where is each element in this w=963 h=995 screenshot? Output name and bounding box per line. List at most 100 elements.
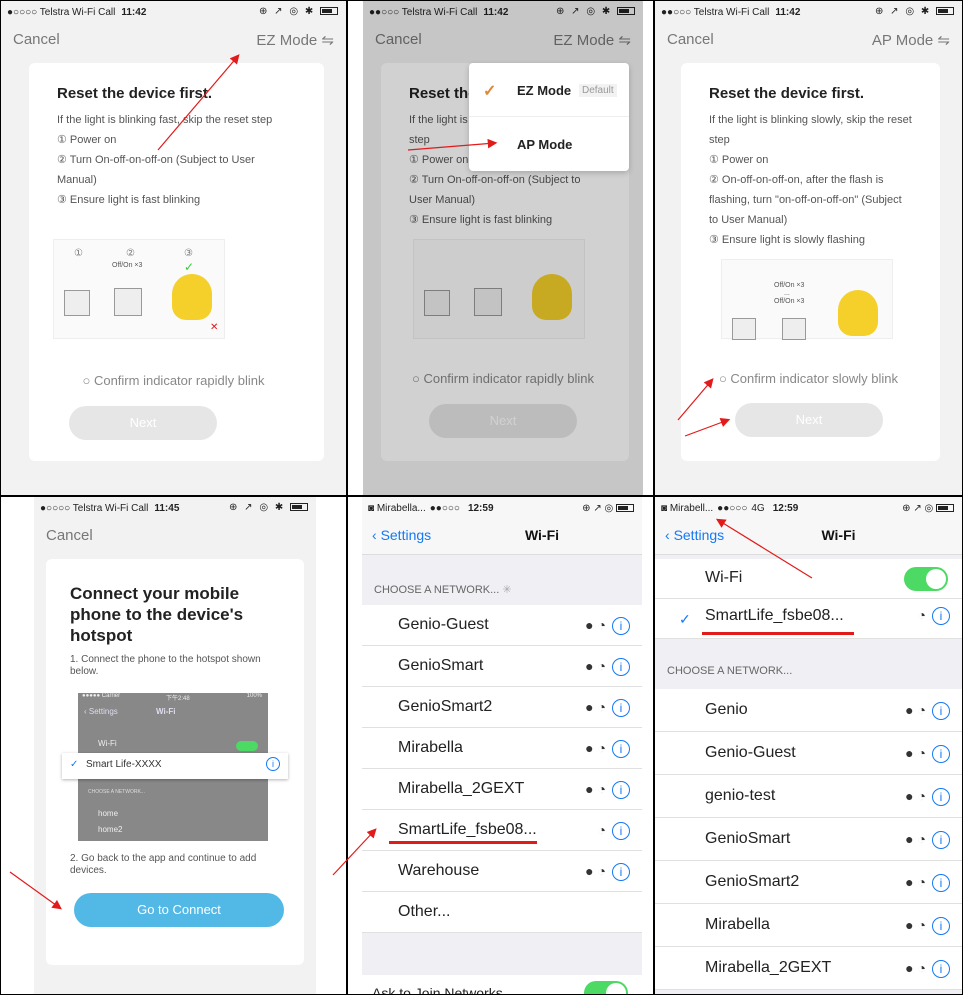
status-icons: ⊕ ↗ ◎ ✱ xyxy=(875,6,954,17)
panel-ap-mode-reset: ●●○○○ Telstra Wi-Fi Call 11:42 ⊕ ↗ ◎ ✱ C… xyxy=(654,0,963,496)
info-icon[interactable]: i xyxy=(612,698,630,717)
info-icon[interactable]: i xyxy=(932,787,950,806)
ask-to-join-toggle[interactable] xyxy=(584,981,628,994)
ap-mode-label: AP Mode xyxy=(517,137,573,152)
check-icon: ✓ xyxy=(483,83,497,100)
status-time: 12:59 xyxy=(772,502,799,514)
mode-switch-button[interactable]: EZ Mode ⇋ xyxy=(256,31,334,49)
network-row[interactable]: Other... xyxy=(362,892,642,933)
status-time: 11:42 xyxy=(121,6,147,18)
network-row[interactable]: Warehouse ● ◔ i xyxy=(362,851,642,892)
network-row[interactable]: Genio-Guest ● ◔ i xyxy=(362,605,642,646)
network-icons: ● ◔ i xyxy=(585,616,630,635)
mini-wifi-label: Wi-Fi xyxy=(98,739,117,748)
status-time: 12:59 xyxy=(467,502,494,514)
confirm-blink-radio[interactable]: ○ Confirm indicator rapidly blink xyxy=(1,373,346,388)
info-icon[interactable]: i xyxy=(932,744,950,763)
network-icons: ● ◔ i xyxy=(905,830,950,849)
network-row[interactable]: Mirabella_2GEXT ● ◔ i xyxy=(362,769,642,810)
wifi-signal-icon: ◔ xyxy=(597,739,606,756)
battery-icon xyxy=(936,503,954,512)
network-row[interactable]: Mirabella ● ◔ i xyxy=(655,904,962,947)
info-icon[interactable]: i xyxy=(612,821,630,840)
lock-icon: ● xyxy=(905,830,914,847)
carrier-label: ●○○○○ Telstra Wi-Fi Call xyxy=(7,6,116,18)
info-icon[interactable]: i xyxy=(932,873,950,892)
network-name: Mirabella xyxy=(398,738,463,756)
network-icons: ● ◔ i xyxy=(585,739,630,758)
mini-choose: CHOOSE A NETWORK... xyxy=(88,789,145,795)
step-1: 1. Connect the phone to the hotspot show… xyxy=(70,654,261,677)
status-time: 11:42 xyxy=(775,6,801,18)
network-row[interactable]: GenioSmart2 ● ◔ i xyxy=(362,687,642,728)
network-row[interactable]: Genio-Guest ● ◔ i xyxy=(655,732,962,775)
status-glyphs: ⊕ ↗ ◎ ✱ xyxy=(259,6,316,17)
panel-connect-hotspot: ●○○○○ Telstra Wi-Fi Call 11:45 ⊕ ↗ ◎ ✱ C… xyxy=(0,496,347,995)
ask-to-join-label: Ask to Join Networks xyxy=(372,985,503,995)
info-icon[interactable]: i xyxy=(612,780,630,799)
network-row[interactable]: GenioSmart2 ● ◔ i xyxy=(655,861,962,904)
lock-icon: ● xyxy=(905,787,914,804)
phone-screen: ●○○○○ Telstra Wi-Fi Call 11:42 ⊕ ↗ ◎ ✱ C… xyxy=(1,1,346,495)
illus-onoff-label: Off/On ×3 xyxy=(774,282,805,289)
choose-label: CHOOSE A NETWORK... xyxy=(374,584,500,596)
confirm-blink-radio[interactable]: ○ Confirm indicator slowly blink xyxy=(655,371,962,386)
mini-carrier: ●●●●● Carrier xyxy=(82,693,121,699)
wifi-signal-icon: ◔ xyxy=(917,701,926,718)
dropdown-item-ez-mode[interactable]: ✓ EZ Mode Default xyxy=(469,63,629,117)
status-time: 11:45 xyxy=(154,502,180,514)
lock-icon: ● xyxy=(905,701,914,718)
network-row[interactable]: Mirabella ● ◔ i xyxy=(362,728,642,769)
go-to-connect-button[interactable]: Go to Connect xyxy=(74,893,284,927)
network-row[interactable]: GenioSmart ● ◔ i xyxy=(362,646,642,687)
next-button[interactable]: Next xyxy=(735,403,883,437)
cancel-button[interactable]: Cancel xyxy=(13,31,60,48)
dropdown-item-ap-mode[interactable]: AP Mode xyxy=(469,117,629,171)
wifi-toggle[interactable] xyxy=(904,567,948,591)
network-name: Mirabella_2GEXT xyxy=(705,958,832,976)
info-icon[interactable]: i xyxy=(612,739,630,758)
network-icons: ● ◔ i xyxy=(905,744,950,763)
carrier-label: ●●○○○ Telstra Wi-Fi Call xyxy=(661,6,770,18)
lock-icon: ● xyxy=(905,959,914,976)
status-signal: ●●○○○ xyxy=(717,502,748,514)
network-name: Other... xyxy=(398,902,451,920)
wifi-signal-icon: ◔ xyxy=(597,657,606,674)
battery-icon xyxy=(936,7,954,16)
mini-check-icon: ✓ xyxy=(70,759,79,770)
illus-step-3-num: ③ xyxy=(184,248,193,259)
ask-to-join-row[interactable]: Ask to Join Networks xyxy=(362,975,642,995)
choose-network-header: CHOOSE A NETWORK... xyxy=(655,639,962,689)
network-row[interactable]: Mirabella_2GEXT ● ◔ i xyxy=(655,947,962,990)
wifi-signal-icon: ◔ xyxy=(917,744,926,761)
info-icon[interactable]: i xyxy=(932,607,950,625)
info-icon[interactable]: i xyxy=(932,916,950,935)
mini-status: ●●●●● Carrier 下午2:48 100% xyxy=(78,693,268,703)
network-row[interactable]: genio-test ● ◔ i xyxy=(655,775,962,818)
info-icon[interactable]: i xyxy=(612,862,630,881)
info-icon[interactable]: i xyxy=(932,701,950,720)
info-icon[interactable]: i xyxy=(612,657,630,676)
info-icon[interactable]: i xyxy=(612,616,630,635)
spinner-icon: ✳ xyxy=(502,584,512,596)
status-bar: ◙ Mirabella... ●●○○○ 12:59 ⊕ ↗ ◎ xyxy=(362,497,642,519)
network-name: GenioSmart2 xyxy=(398,697,493,715)
connected-network-name: SmartLife_fsbe08... xyxy=(705,607,844,624)
cancel-button[interactable]: Cancel xyxy=(46,527,93,544)
network-row[interactable]: SmartLife_fsbe08... ◔ i xyxy=(362,810,642,851)
nav-title: Wi-Fi xyxy=(524,527,560,543)
panel-wifi-connected: ◙ Mirabell... ●●○○○ 4G 12:59 ⊕ ↗ ◎ ‹ Set… xyxy=(654,496,963,995)
network-name: Genio-Guest xyxy=(705,743,796,761)
info-icon[interactable]: i xyxy=(932,959,950,978)
next-button[interactable]: Next xyxy=(69,406,217,440)
step-1: ① Power on xyxy=(709,154,769,166)
info-icon[interactable]: i xyxy=(932,830,950,849)
mode-switch-button[interactable]: AP Mode ⇋ xyxy=(872,31,950,49)
network-row[interactable]: GenioSmart ● ◔ i xyxy=(655,818,962,861)
network-icons: ● ◔ i xyxy=(905,959,950,978)
cancel-button[interactable]: Cancel xyxy=(667,31,714,48)
mini-selected-network: Smart Life-XXXX xyxy=(86,759,162,770)
network-row[interactable]: Genio ● ◔ i xyxy=(655,689,962,732)
illus-dots: ... xyxy=(784,290,790,297)
battery-icon xyxy=(616,503,634,512)
